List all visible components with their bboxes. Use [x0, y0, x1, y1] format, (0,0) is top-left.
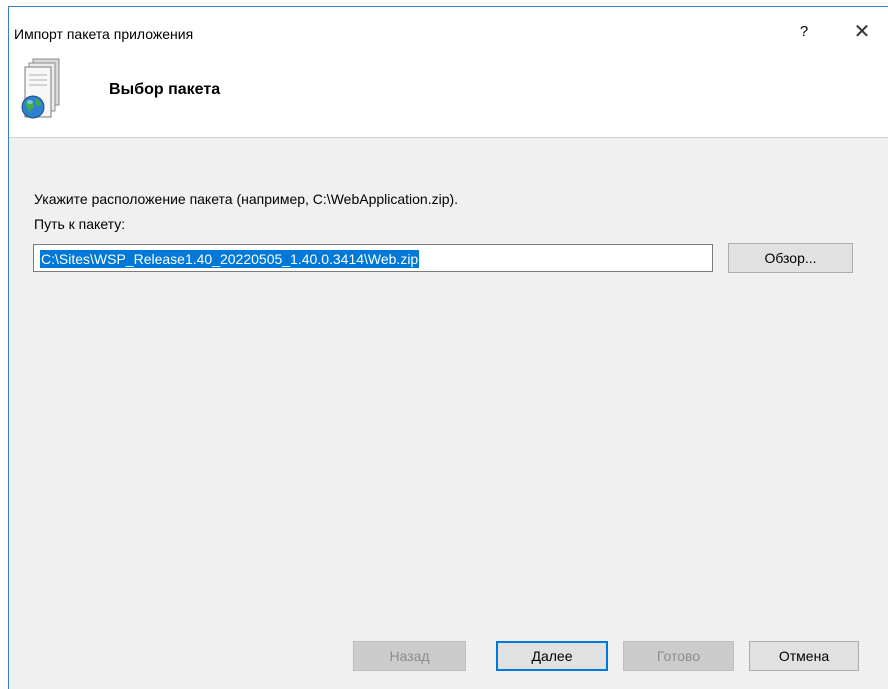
browse-button[interactable]: Обзор... — [728, 243, 853, 273]
back-button[interactable]: Назад — [353, 641, 466, 671]
finish-button[interactable]: Готово — [623, 641, 734, 671]
next-button[interactable]: Далее — [496, 641, 608, 671]
window-title: Импорт пакета приложения — [14, 26, 194, 42]
path-label: Путь к пакету: — [34, 216, 126, 232]
package-path-input[interactable]: C:\Sites\WSP_Release1.40_20220505_1.40.0… — [33, 244, 713, 272]
wizard-header: Выбор пакета — [9, 57, 888, 138]
close-button[interactable]: ✕ — [845, 17, 879, 47]
import-package-dialog: Импорт пакета приложения ? ✕ Выбор пакет… — [8, 6, 888, 689]
close-icon: ✕ — [853, 21, 871, 43]
page-title: Выбор пакета — [109, 81, 221, 98]
title-bar: Импорт пакета приложения ? ✕ — [9, 7, 888, 57]
package-path-value: C:\Sites\WSP_Release1.40_20220505_1.40.0… — [40, 250, 420, 268]
package-globe-icon — [19, 57, 67, 125]
instruction-text: Укажите расположение пакета (например, C… — [34, 191, 459, 207]
cancel-button[interactable]: Отмена — [749, 641, 859, 671]
help-button[interactable]: ? — [789, 17, 819, 47]
